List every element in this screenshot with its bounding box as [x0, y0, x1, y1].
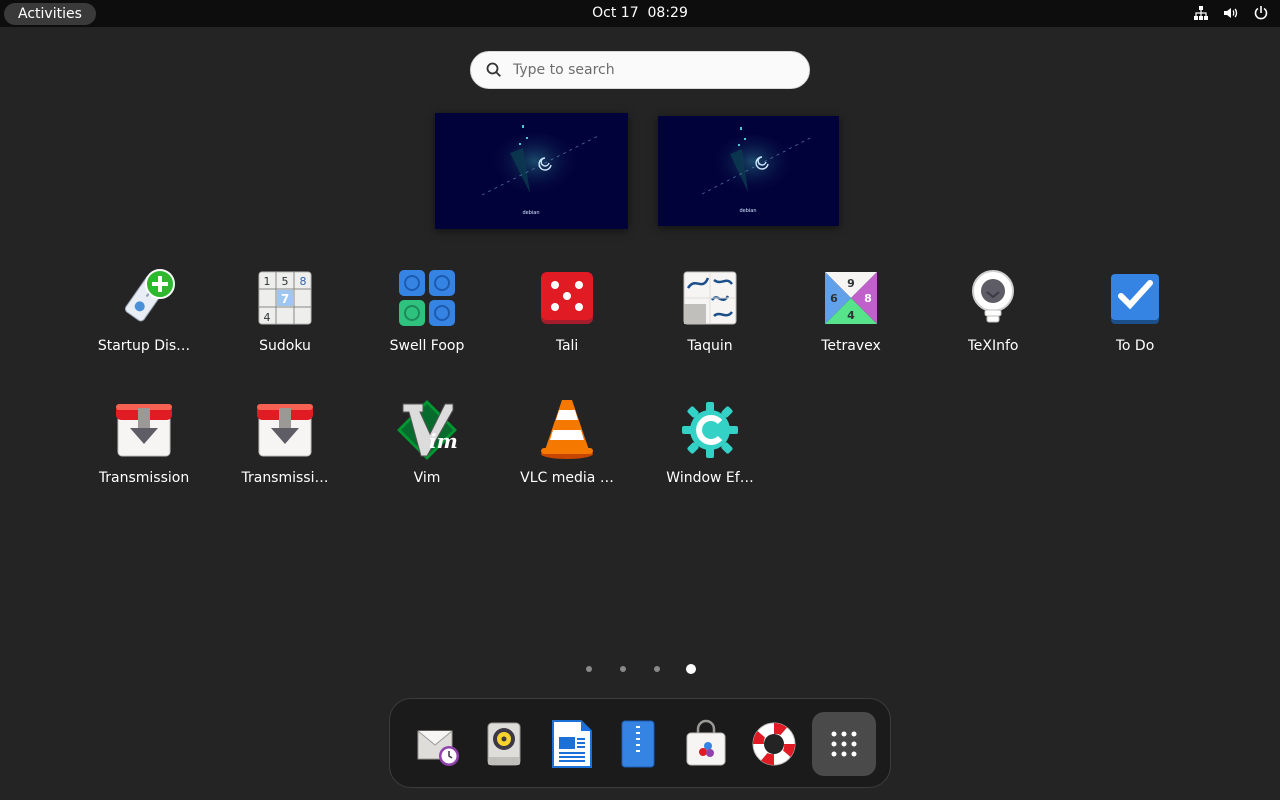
- svg-text:4: 4: [847, 309, 855, 322]
- page-indicators: [0, 663, 1280, 675]
- app-to-do[interactable]: To Do: [1070, 266, 1200, 386]
- tali-dice-icon: [541, 272, 593, 324]
- svg-text:9: 9: [847, 277, 855, 290]
- svg-text:8: 8: [300, 275, 307, 288]
- show-apps-button[interactable]: [812, 712, 876, 776]
- debian-wallpaper: debian: [435, 113, 628, 229]
- activities-button[interactable]: Activities: [4, 3, 96, 25]
- svg-text:6: 6: [830, 292, 838, 305]
- app-vim[interactable]: im Vim: [362, 398, 492, 518]
- app-label: To Do: [1115, 338, 1155, 354]
- dock-help[interactable]: [742, 712, 806, 776]
- app-label: Sudoku: [259, 338, 311, 354]
- show-apps-grid-icon: [831, 731, 857, 757]
- clock-container: Oct 17 08:29: [0, 0, 1280, 27]
- debian-wallpaper: debian: [658, 116, 839, 226]
- help-lifebuoy-icon: [752, 722, 796, 766]
- app-tali[interactable]: Tali: [502, 266, 632, 386]
- taquin-icon: [683, 271, 737, 325]
- app-label: Tetravex: [821, 338, 881, 354]
- page-dot-2[interactable]: [620, 666, 626, 672]
- file-archive-icon: [621, 720, 655, 768]
- search-icon: [486, 62, 501, 77]
- app-label: Window Ef…: [666, 470, 754, 486]
- transmission-icon: [116, 404, 172, 457]
- workspace-thumbnail-1[interactable]: debian: [435, 113, 628, 229]
- swell-foop-icon: [399, 270, 455, 326]
- app-texinfo[interactable]: TeXInfo: [928, 266, 1058, 386]
- transmission-icon: [257, 404, 313, 457]
- system-status-area[interactable]: [1192, 4, 1270, 22]
- tetravex-icon: 9 6 8 4: [825, 272, 877, 324]
- svg-text:8: 8: [864, 292, 872, 305]
- svg-text:im: im: [429, 429, 458, 453]
- app-label: Swell Foop: [389, 338, 465, 354]
- search-entry[interactable]: [470, 51, 810, 89]
- texinfo-lightbulb-icon: [972, 270, 1014, 323]
- todo-checkbox-icon: [1111, 274, 1159, 324]
- app-label: Startup Dis…: [97, 338, 191, 354]
- vim-icon: im: [397, 400, 458, 460]
- dock-rhythmbox[interactable]: [472, 712, 536, 776]
- app-label: TeXInfo: [967, 338, 1019, 354]
- workspace-thumbnail-2[interactable]: debian: [658, 116, 839, 226]
- app-label: VLC media …: [520, 470, 614, 486]
- dock-file-archiver[interactable]: [606, 712, 670, 776]
- app-vlc[interactable]: VLC media …: [502, 398, 632, 518]
- volume-icon[interactable]: [1222, 4, 1240, 22]
- evolution-mail-icon: [417, 730, 459, 766]
- dock-evolution[interactable]: [405, 712, 469, 776]
- window-effects-icon: [682, 402, 738, 458]
- svg-text:debian: debian: [522, 210, 539, 216]
- network-icon[interactable]: [1192, 4, 1210, 22]
- app-startup-disk-creator[interactable]: Startup Dis…: [79, 266, 209, 386]
- sudoku-icon: 1 5 8 7 4: [258, 271, 312, 325]
- page-dot-4-active[interactable]: [686, 664, 696, 674]
- top-bar: Activities Oct 17 08:29: [0, 0, 1280, 27]
- page-dot-3[interactable]: [654, 666, 660, 672]
- dock-libreoffice-writer[interactable]: [539, 712, 603, 776]
- dash-dock: [389, 698, 891, 788]
- svg-text:4: 4: [264, 311, 271, 324]
- svg-text:5: 5: [282, 275, 289, 288]
- libreoffice-writer-icon: [552, 720, 592, 768]
- app-tetravex[interactable]: 9 6 8 4 Tetravex: [786, 266, 916, 386]
- power-icon[interactable]: [1252, 4, 1270, 22]
- app-label: Taquin: [687, 338, 733, 354]
- app-label: Tali: [555, 338, 579, 354]
- app-swell-foop[interactable]: Swell Foop: [362, 266, 492, 386]
- app-sudoku[interactable]: 1 5 8 7 4 Sudoku: [220, 266, 350, 386]
- svg-text:1: 1: [264, 275, 271, 288]
- app-transmission[interactable]: Transmission: [79, 398, 209, 518]
- app-transmission-qt[interactable]: Transmissi…: [220, 398, 350, 518]
- app-label: Transmission: [98, 470, 190, 486]
- search-input[interactable]: [513, 62, 783, 78]
- dock-software[interactable]: [674, 712, 738, 776]
- app-label: Vim: [413, 470, 441, 486]
- app-taquin[interactable]: Taquin: [645, 266, 775, 386]
- vlc-cone-icon: [541, 400, 593, 459]
- page-dot-1[interactable]: [586, 666, 592, 672]
- clock-button[interactable]: Oct 17 08:29: [592, 5, 688, 21]
- svg-text:7: 7: [281, 292, 289, 306]
- app-window-effects[interactable]: Window Ef…: [645, 398, 775, 518]
- svg-text:debian: debian: [739, 208, 756, 214]
- software-store-icon: [686, 719, 726, 766]
- rhythmbox-icon: [487, 722, 521, 766]
- app-label: Transmissi…: [241, 470, 329, 486]
- usb-creator-icon: [124, 268, 175, 322]
